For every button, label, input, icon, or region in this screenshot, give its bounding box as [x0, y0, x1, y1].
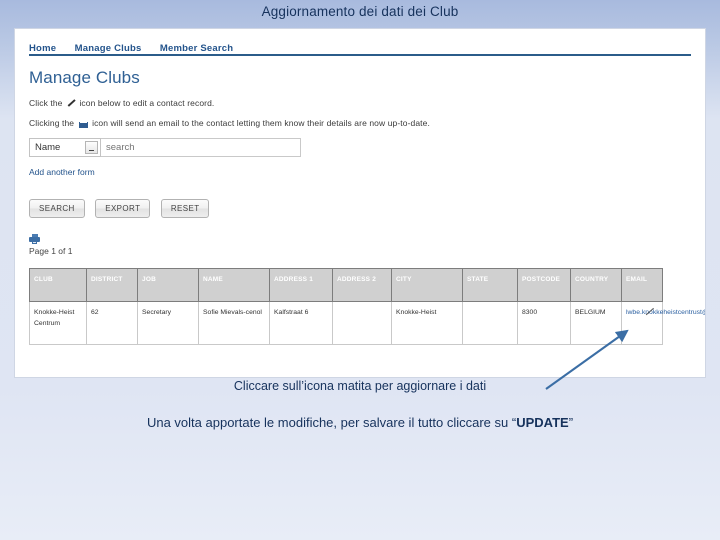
cell-club: Knokke-Heist Centrum [29, 300, 87, 345]
help-text-email-prefix: Clicking the [29, 118, 75, 128]
cell-address1: Kalfstraat 6 [269, 300, 333, 345]
caption-update-prefix: Una volta apportate le modifiche, per sa… [146, 415, 517, 430]
column-header-address2[interactable]: ADDRESS 2 [332, 268, 392, 302]
cell-country: BELGIUM [570, 300, 622, 345]
search-input[interactable] [101, 138, 301, 157]
cell-district: 62 [86, 300, 138, 345]
caption-update-instruction: Una volta apportate le modifiche, per sa… [0, 415, 720, 430]
column-header-state[interactable]: STATE [462, 268, 518, 302]
help-text-edit: Click the icon below to edit a contact r… [29, 98, 691, 109]
column-header-email[interactable]: EMAIL [621, 268, 663, 302]
nav-item-manage-clubs[interactable]: Manage Clubs [75, 43, 142, 54]
pencil-icon [67, 99, 75, 109]
row-edit-pencil-icon[interactable] [645, 307, 654, 316]
column-header-city[interactable]: CITY [391, 268, 463, 302]
export-button[interactable]: EXPORT [95, 199, 151, 218]
print-and-pagination: Page 1 of 1 [29, 234, 691, 256]
help-text-email-suffix: icon will send an email to the contact l… [92, 118, 430, 128]
app-screenshot-panel: Home Manage Clubs Member Search Manage C… [14, 28, 706, 378]
reset-button[interactable]: RESET [160, 199, 210, 218]
nav-item-member-search[interactable]: Member Search [160, 43, 233, 54]
caption-click-pencil: Cliccare sull’icona matita per aggiornar… [233, 379, 487, 393]
column-header-address1[interactable]: ADDRESS 1 [269, 268, 333, 302]
help-text-email: Clicking the icon will send an email to … [29, 118, 691, 129]
cell-email-text[interactable]: lwbe.knokkeheistcentrust@gmail.com [626, 309, 705, 316]
cell-name: Sofie Mievals-cenol [198, 300, 270, 345]
add-another-form-link[interactable]: Add another form [29, 167, 95, 177]
column-header-name[interactable]: NAME [198, 268, 270, 302]
search-button[interactable]: SEARCH [29, 199, 85, 218]
field-select[interactable]: Name [29, 138, 101, 157]
cell-state [462, 300, 518, 345]
column-header-country[interactable]: COUNTRY [570, 268, 622, 302]
help-text-edit-suffix: icon below to edit a contact record. [79, 98, 215, 108]
chevron-down-icon[interactable] [85, 141, 98, 154]
column-header-job[interactable]: JOB [137, 268, 199, 302]
pagination-label: Page 1 of 1 [29, 246, 73, 256]
cell-city: Knokke-Heist [391, 300, 463, 345]
clubs-table: CLUB DISTRICT JOB NAME ADDRESS 1 ADDRESS… [29, 268, 705, 345]
page-content: Manage Clubs Click the icon below to edi… [15, 56, 705, 345]
main-navigation: Home Manage Clubs Member Search [15, 29, 705, 56]
help-text-edit-prefix: Click the [29, 98, 63, 108]
table-header-row: CLUB DISTRICT JOB NAME ADDRESS 1 ADDRESS… [29, 268, 663, 302]
slide-title: Aggiornamento dei dati dei Club [261, 4, 459, 19]
cell-job: Secretary [137, 300, 199, 345]
action-buttons: SEARCH EXPORT RESET [29, 198, 691, 218]
table-row[interactable]: Knokke-Heist Centrum 62 Secretary Sofie … [29, 300, 705, 345]
nav-item-home[interactable]: Home [29, 43, 56, 54]
caption-update-suffix: ” [568, 415, 574, 430]
column-header-club[interactable]: CLUB [29, 268, 87, 302]
column-header-postcode[interactable]: POSTCODE [517, 268, 571, 302]
cell-postcode: 8300 [517, 300, 571, 345]
envelope-icon [78, 119, 88, 129]
cell-address2 [332, 300, 392, 345]
search-form: Name [29, 138, 691, 157]
field-select-value: Name [35, 142, 61, 153]
column-header-district[interactable]: DISTRICT [86, 268, 138, 302]
cell-email: lwbe.knokkeheistcentrust@gmail.com [621, 300, 705, 345]
caption-update-keyword: UPDATE [516, 415, 569, 430]
printer-icon[interactable] [29, 234, 40, 244]
page-title: Manage Clubs [29, 68, 140, 87]
